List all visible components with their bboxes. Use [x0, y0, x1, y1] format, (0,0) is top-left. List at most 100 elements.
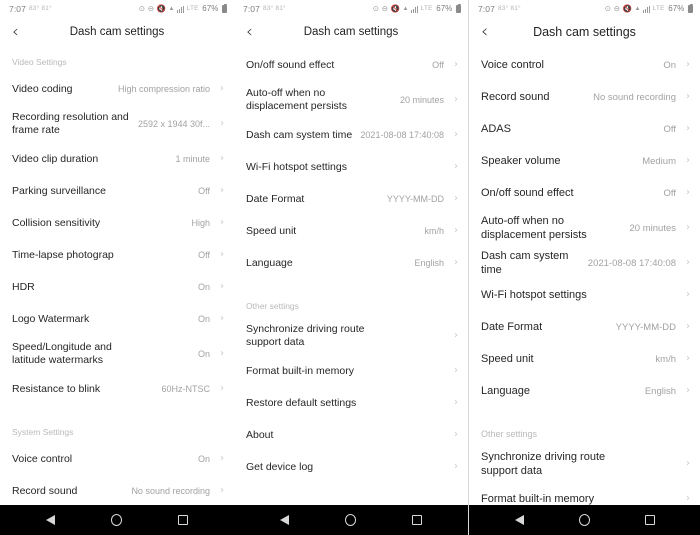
page-title: Dash cam settings — [533, 25, 636, 39]
settings-row-label: Language — [481, 385, 530, 397]
settings-row[interactable]: Dash cam system time 2021-08-08 17:40:08 › — [469, 247, 700, 279]
settings-row[interactable]: Speed/Longitude and latitude watermarks O… — [0, 335, 234, 373]
chevron-right-icon: › — [220, 153, 224, 164]
settings-row-label: Language — [246, 256, 293, 269]
chevron-right-icon: › — [686, 123, 690, 134]
chevron-right-icon: › — [686, 155, 690, 166]
settings-row-value: On — [197, 454, 210, 464]
nav-back-icon[interactable] — [514, 515, 524, 525]
settings-row-label: Video coding — [12, 82, 73, 95]
settings-row[interactable]: Format built-in memory › — [234, 355, 468, 387]
chevron-right-icon: › — [454, 161, 458, 172]
settings-row-value: On — [197, 314, 210, 324]
nav-recents-icon[interactable] — [412, 515, 422, 525]
settings-row[interactable]: Logo Watermark On › — [0, 303, 234, 335]
settings-row-label: Speaker volume — [481, 155, 561, 167]
nav-recents-icon[interactable] — [178, 515, 188, 525]
settings-row[interactable]: Record sound No sound recording › — [0, 475, 234, 505]
nav-back-icon[interactable] — [280, 515, 289, 525]
chevron-right-icon: › — [454, 129, 458, 140]
back-chevron-icon[interactable]: ‹ — [246, 23, 266, 41]
settings-row[interactable]: Speed unit km/h › — [234, 215, 468, 247]
nav-home-icon[interactable] — [345, 514, 356, 526]
settings-row-label: Voice control — [481, 59, 544, 71]
chevron-right-icon: › — [454, 257, 458, 268]
chevron-right-icon: › — [454, 461, 458, 472]
chevron-right-icon: › — [686, 385, 690, 396]
settings-row-value: 20 minutes — [629, 222, 676, 234]
settings-row-value: Off — [198, 250, 210, 260]
back-chevron-icon[interactable]: ‹ — [481, 23, 501, 41]
settings-row[interactable]: Video clip duration 1 minute › — [0, 143, 234, 175]
settings-row[interactable]: Speed unit km/h › — [469, 343, 700, 375]
settings-row[interactable]: Wi-Fi hotspot settings › — [469, 279, 700, 311]
back-chevron-icon[interactable]: ‹ — [12, 23, 32, 41]
settings-row[interactable]: Date Format YYYY-MM-DD › — [469, 311, 700, 343]
screenshot-root: 7:07 83° 81° ⊙ ⊖ 🔇 ▲ LTE 67% ‹ Dash cam settings V… — [0, 0, 700, 535]
settings-row[interactable]: Language English › — [234, 247, 468, 279]
nav-home-icon[interactable] — [111, 514, 122, 526]
settings-row[interactable]: Dash cam system time 2021-08-08 17:40:08 › — [234, 119, 468, 151]
settings-row[interactable]: Resistance to blink 60Hz-NTSC › — [0, 373, 234, 405]
chevron-right-icon: › — [686, 458, 690, 469]
settings-row[interactable]: Synchronize driving route support data › — [234, 317, 468, 355]
nav-back-triangle — [46, 515, 55, 525]
nav-back-icon[interactable] — [46, 515, 55, 525]
section-header: Other settings — [246, 301, 299, 311]
chevron-right-icon: › — [220, 185, 224, 196]
lte-icon: LTE — [186, 5, 199, 12]
wifi-icon: ▲ — [168, 5, 175, 12]
settings-row[interactable]: Recording resolution and frame rate 2592 … — [0, 105, 234, 143]
settings-row[interactable]: Format built-in memory › — [469, 483, 700, 505]
settings-row[interactable]: Collision sensitivity High › — [0, 207, 234, 239]
nav-recents-icon[interactable] — [644, 515, 655, 525]
status-bar: 7:07 83° 81° ⊙ ⊖ 🔇 ▲ LTE 67% — [469, 0, 700, 17]
settings-row[interactable]: Auto-off when no displacement persists 20… — [469, 209, 700, 247]
status-time: 7:07 — [478, 3, 495, 14]
settings-row[interactable]: Video coding High compression ratio › — [0, 73, 234, 105]
page-title: Dash cam settings — [303, 26, 399, 38]
settings-row-label: Time-lapse photograp — [12, 248, 114, 261]
status-time: 7:07 — [9, 3, 26, 14]
settings-row[interactable]: Voice control On › — [0, 443, 234, 475]
settings-row[interactable]: Language English › — [469, 375, 700, 407]
settings-row[interactable]: Voice control On › — [469, 49, 700, 81]
app-bar: ‹ Dash cam settings — [0, 17, 234, 47]
settings-row[interactable]: ADAS Off › — [469, 113, 700, 145]
settings-row-label: Collision sensitivity — [12, 216, 101, 229]
chevron-right-icon: › — [686, 353, 690, 364]
battery-icon — [688, 3, 693, 13]
settings-row[interactable]: Date Format YYYY-MM-DD › — [234, 183, 468, 215]
settings-row-value: High compression ratio — [117, 84, 210, 94]
alarm-icon: ⊙ — [372, 3, 380, 13]
settings-row[interactable]: About › — [234, 419, 468, 451]
do-not-disturb-icon: ⊖ — [613, 3, 621, 13]
settings-row-label: Wi-Fi hotspot settings — [246, 160, 347, 173]
settings-row[interactable]: Get device log › — [234, 451, 468, 483]
settings-row[interactable]: Record sound No sound recording › — [469, 81, 700, 113]
settings-row[interactable]: On/off sound effect Off › — [234, 49, 468, 81]
settings-row-value: 1 minute — [175, 154, 210, 164]
settings-row[interactable]: Speaker volume Medium › — [469, 145, 700, 177]
settings-row-value: 2021-08-08 17:40:08 — [360, 130, 444, 140]
settings-row[interactable]: Wi-Fi hotspot settings › — [234, 151, 468, 183]
chevron-right-icon: › — [220, 485, 224, 496]
wifi-icon: ▲ — [402, 5, 409, 12]
battery-icon — [222, 3, 227, 13]
settings-row-label: Date Format — [481, 321, 543, 333]
status-bar-left: 7:07 83° 81° — [9, 4, 52, 14]
settings-row[interactable]: Time-lapse photograp Off › — [0, 239, 234, 271]
settings-row[interactable]: Synchronize driving route support data › — [469, 445, 700, 483]
settings-row-value: 60Hz-NTSC — [161, 384, 210, 394]
settings-row[interactable]: On/off sound effect Off › — [469, 177, 700, 209]
nav-home-icon[interactable] — [578, 514, 590, 526]
settings-row[interactable]: Auto-off when no displacement persists 20… — [234, 81, 468, 119]
settings-row[interactable]: HDR On › — [0, 271, 234, 303]
app-bar: ‹ Dash cam settings — [469, 17, 700, 47]
settings-row-label: ADAS — [481, 123, 511, 135]
settings-row-label: Logo Watermark — [12, 312, 90, 325]
chevron-right-icon: › — [220, 118, 224, 129]
settings-row[interactable]: Restore default settings › — [234, 387, 468, 419]
settings-row[interactable]: Parking surveillance Off › — [0, 175, 234, 207]
